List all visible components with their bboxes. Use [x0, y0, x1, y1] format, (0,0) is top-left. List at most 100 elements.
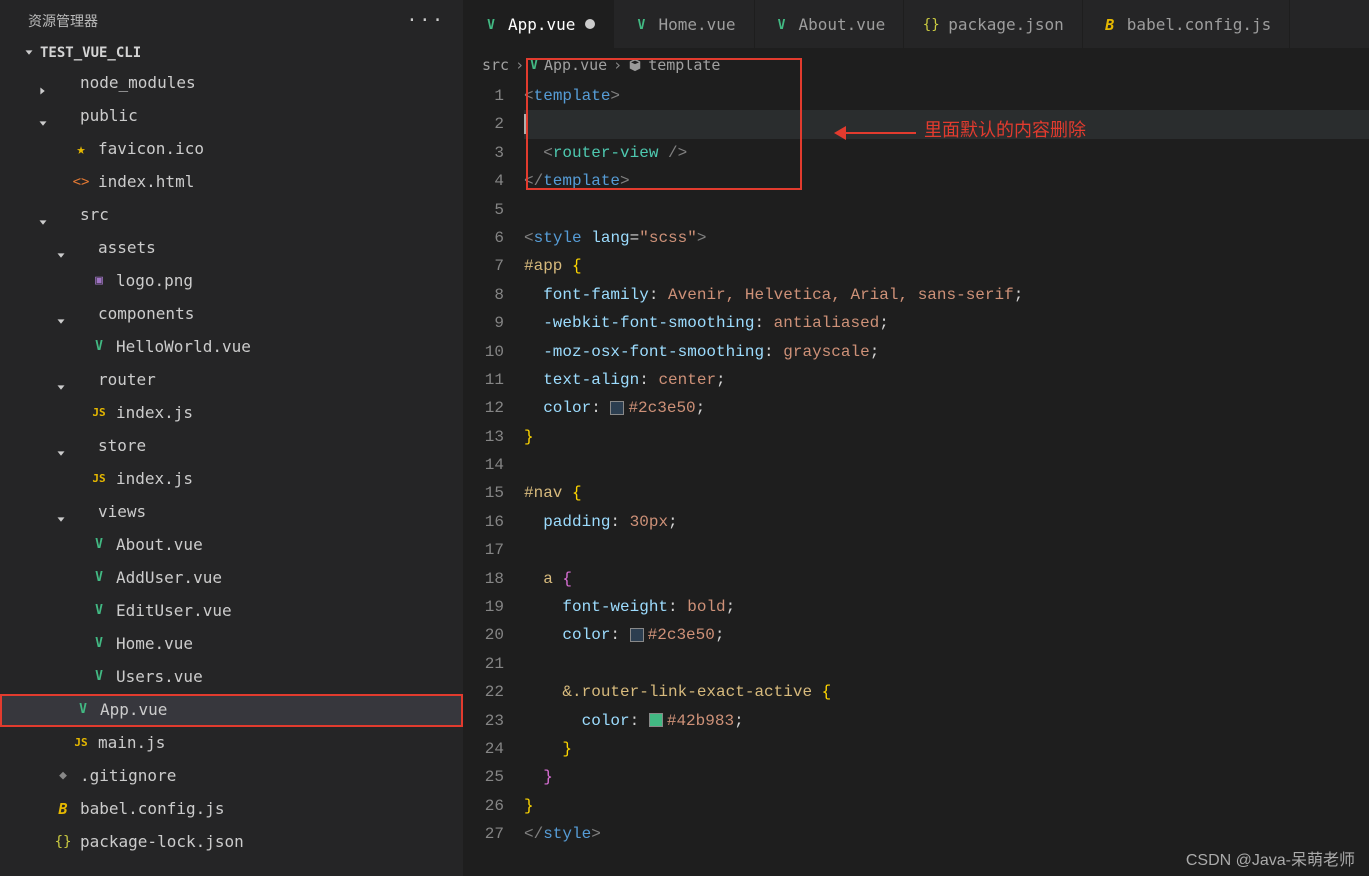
- tree-item-label: babel.config.js: [80, 793, 225, 826]
- tab-label: Home.vue: [658, 15, 735, 34]
- chevron-right-icon: ›: [515, 56, 524, 74]
- folder-item[interactable]: store: [0, 430, 463, 463]
- tree-item-label: index.html: [98, 166, 194, 199]
- code-line[interactable]: -moz-osx-font-smoothing: grayscale;: [524, 338, 1369, 366]
- chevron-down-icon: [22, 46, 36, 60]
- breadcrumb-src[interactable]: src: [482, 56, 509, 74]
- code-line[interactable]: a {: [524, 565, 1369, 593]
- code-line[interactable]: color: #2c3e50;: [524, 621, 1369, 649]
- tree-item-label: store: [98, 430, 146, 463]
- code-line[interactable]: #app {: [524, 252, 1369, 280]
- folder-item[interactable]: node_modules: [0, 67, 463, 100]
- code-line[interactable]: [524, 650, 1369, 678]
- file-item[interactable]: ★favicon.ico: [0, 133, 463, 166]
- file-item[interactable]: ▣logo.png: [0, 265, 463, 298]
- json-icon: {}: [922, 16, 940, 34]
- folder-item[interactable]: src: [0, 199, 463, 232]
- file-item[interactable]: VUsers.vue: [0, 661, 463, 694]
- code-line[interactable]: -webkit-font-smoothing: antialiased;: [524, 309, 1369, 337]
- tree-item-label: index.js: [116, 397, 193, 430]
- chevron-down-icon: [36, 209, 50, 223]
- file-item[interactable]: {} package-lock.json: [0, 826, 463, 859]
- vue-icon: V: [482, 16, 500, 34]
- editor-tab[interactable]: VAbout.vue: [755, 0, 905, 48]
- code-editor[interactable]: 1234567891011121314151617181920212223242…: [464, 82, 1369, 869]
- code-line[interactable]: color: #2c3e50;: [524, 394, 1369, 422]
- code-line[interactable]: [524, 536, 1369, 564]
- file-item[interactable]: JSindex.js: [0, 463, 463, 496]
- code-line[interactable]: }: [524, 763, 1369, 791]
- tree-item-label: About.vue: [116, 529, 203, 562]
- image-icon: ▣: [90, 273, 108, 291]
- file-item[interactable]: JSmain.js: [0, 727, 463, 760]
- folder-item[interactable]: components: [0, 298, 463, 331]
- vue-icon: V: [90, 669, 108, 687]
- project-header[interactable]: TEST_VUE_CLI: [0, 41, 463, 67]
- tree-item-label: package-lock.json: [80, 826, 244, 859]
- tree-item-label: router: [98, 364, 156, 397]
- vue-icon: V: [90, 339, 108, 357]
- chevron-down-icon: [54, 242, 68, 256]
- explorer-more-icon[interactable]: ···: [406, 10, 445, 31]
- code-line[interactable]: <template>: [524, 82, 1369, 110]
- code-line[interactable]: [524, 451, 1369, 479]
- breadcrumb-file[interactable]: App.vue: [544, 56, 607, 74]
- code-line[interactable]: }: [524, 735, 1369, 763]
- tree-item-label: App.vue: [100, 694, 167, 727]
- file-item[interactable]: VAddUser.vue: [0, 562, 463, 595]
- code-line[interactable]: #nav {: [524, 479, 1369, 507]
- tree-item-label: .gitignore: [80, 760, 176, 793]
- folder-item[interactable]: assets: [0, 232, 463, 265]
- editor-tab[interactable]: Bbabel.config.js: [1083, 0, 1291, 48]
- babel-icon: B: [1101, 16, 1119, 34]
- editor-tab[interactable]: V App.vue: [464, 0, 614, 48]
- git-icon: ◆: [54, 768, 72, 786]
- file-item[interactable]: VHelloWorld.vue: [0, 331, 463, 364]
- annotation-text: 里面默认的内容删除: [924, 116, 1086, 144]
- editor-tab[interactable]: VHome.vue: [614, 0, 754, 48]
- tree-item-label: main.js: [98, 727, 165, 760]
- symbol-icon: [628, 58, 642, 72]
- code-line[interactable]: }: [524, 423, 1369, 451]
- file-item[interactable]: Bbabel.config.js: [0, 793, 463, 826]
- code-line[interactable]: }: [524, 792, 1369, 820]
- breadcrumb-symbol[interactable]: template: [648, 56, 720, 74]
- editor-tab[interactable]: {}package.json: [904, 0, 1083, 48]
- tree-item-label: Home.vue: [116, 628, 193, 661]
- folder-item[interactable]: router: [0, 364, 463, 397]
- code-line[interactable]: <style lang="scss">: [524, 224, 1369, 252]
- vue-icon: V: [90, 603, 108, 621]
- code-line[interactable]: color: #42b983;: [524, 707, 1369, 735]
- code-lines[interactable]: 里面默认的内容删除 <template> <router-view /></te…: [524, 82, 1369, 849]
- code-line[interactable]: text-align: center;: [524, 366, 1369, 394]
- chevron-down-icon: [54, 374, 68, 388]
- file-item[interactable]: VApp.vue: [0, 694, 463, 727]
- code-line[interactable]: </template>: [524, 167, 1369, 195]
- file-item[interactable]: VAbout.vue: [0, 529, 463, 562]
- js-icon: JS: [90, 471, 108, 489]
- tree-item-label: public: [80, 100, 138, 133]
- vue-icon: V: [530, 58, 538, 73]
- code-line[interactable]: </style>: [524, 820, 1369, 848]
- code-line[interactable]: [524, 196, 1369, 224]
- tab-label: App.vue: [508, 15, 575, 34]
- vue-icon: V: [773, 16, 791, 34]
- file-item[interactable]: VHome.vue: [0, 628, 463, 661]
- chevron-down-icon: [54, 506, 68, 520]
- tree-item-label: views: [98, 496, 146, 529]
- code-line[interactable]: font-weight: bold;: [524, 593, 1369, 621]
- file-item[interactable]: ◆ .gitignore: [0, 760, 463, 793]
- editor-tabs: VApp.vueVHome.vueVAbout.vue{}package.jso…: [464, 0, 1369, 48]
- file-item[interactable]: JSindex.js: [0, 397, 463, 430]
- folder-item[interactable]: views: [0, 496, 463, 529]
- code-line[interactable]: font-family: Avenir, Helvetica, Arial, s…: [524, 281, 1369, 309]
- json-icon: {}: [54, 834, 72, 852]
- tree-item-label: EditUser.vue: [116, 595, 232, 628]
- tree-item-label: node_modules: [80, 67, 196, 100]
- file-item[interactable]: <>index.html: [0, 166, 463, 199]
- code-line[interactable]: padding: 30px;: [524, 508, 1369, 536]
- breadcrumbs[interactable]: src › V App.vue › template: [464, 48, 1369, 82]
- file-item[interactable]: V EditUser.vue: [0, 595, 463, 628]
- code-line[interactable]: &.router-link-exact-active {: [524, 678, 1369, 706]
- folder-item[interactable]: public: [0, 100, 463, 133]
